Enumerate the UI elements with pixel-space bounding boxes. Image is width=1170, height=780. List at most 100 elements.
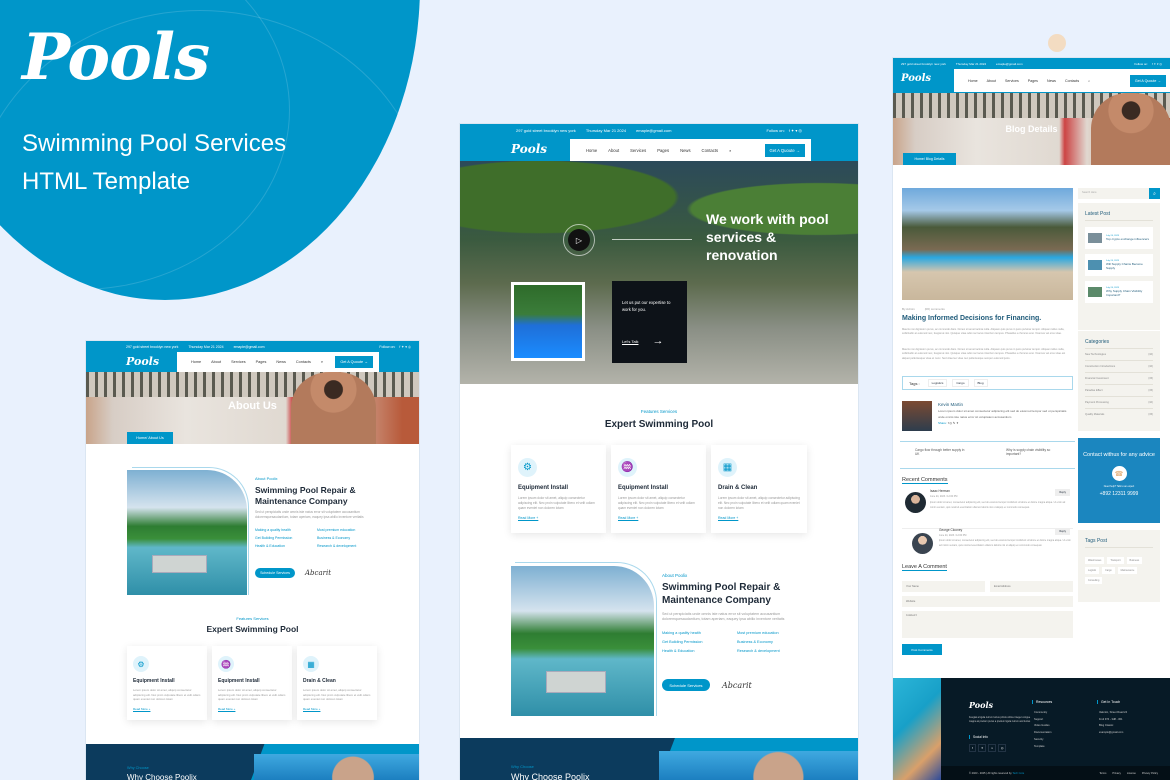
schedule-services-button[interactable]: Schedule Services [255, 568, 295, 578]
facebook-icon[interactable]: f [969, 744, 976, 752]
arrow-right-icon[interactable]: → [652, 335, 663, 347]
tag[interactable]: Cargo [952, 379, 969, 387]
social-icons[interactable]: f ✦ ▾ ◎ [1152, 62, 1162, 66]
email-input[interactable] [990, 581, 1073, 592]
tag[interactable]: Business [1126, 557, 1143, 564]
nav-item-home[interactable]: Home [586, 148, 597, 153]
play-video-button[interactable]: ▷ [563, 224, 595, 256]
nav-item-news[interactable]: News [276, 360, 286, 364]
post-link[interactable]: Why Supply Chain Visibility Important? [1106, 289, 1150, 297]
footer-bottom-link[interactable]: Privacy [1112, 772, 1121, 775]
category-item[interactable]: New Technologies (10) [1085, 349, 1153, 361]
twitter-icon[interactable]: ✦ [977, 744, 987, 752]
search-icon[interactable]: ⌕ [729, 148, 731, 153]
features-subtitle: Features Services [640, 409, 678, 414]
search-input[interactable]: Search Here [1078, 188, 1159, 199]
post-comments-button[interactable]: Post Comments [902, 644, 942, 655]
vimeo-icon[interactable]: v [988, 744, 996, 752]
nav-item-services[interactable]: Services [231, 360, 246, 364]
category-item[interactable]: Construction Introductions (10) [1085, 361, 1153, 373]
footer-link[interactable]: Video Guides [1034, 723, 1051, 730]
latest-post-item[interactable]: July 24, 2023 Will Supply Chains Become S… [1085, 254, 1153, 276]
comment-textarea[interactable] [902, 611, 1073, 638]
read-more-link[interactable]: Read More + [218, 707, 286, 711]
nav-item-about[interactable]: About [608, 148, 619, 153]
tag[interactable]: Consulting [1085, 577, 1103, 584]
read-more-link[interactable]: Read More + [618, 516, 699, 520]
read-more-link[interactable]: Read More + [303, 707, 371, 711]
read-more-link[interactable]: Read More + [718, 516, 800, 520]
lets-talk-link[interactable]: Let's Talk [622, 339, 638, 344]
social-icons[interactable]: f ✦ ▾ ◎ [399, 345, 411, 349]
read-more-link[interactable]: Read More + [133, 707, 201, 711]
tag[interactable]: Logistic [1085, 567, 1100, 574]
contact-phone[interactable]: +892 12311 9999 [1078, 491, 1160, 497]
category-item[interactable]: Payment Processing (10) [1085, 397, 1153, 409]
category-item[interactable]: Financial Investment (15) [1085, 373, 1153, 385]
search-button[interactable]: ⌕ [1149, 188, 1160, 199]
nav-item-home[interactable]: Home [968, 79, 978, 83]
get-quote-button[interactable]: Get A Quoute → [335, 356, 373, 368]
nav-item-contacts[interactable]: Contacts [296, 360, 311, 364]
category-item[interactable]: Paradise Effect (15) [1085, 385, 1153, 397]
website-input[interactable] [902, 596, 1073, 607]
read-more-link[interactable]: Read More + [518, 516, 599, 520]
next-post-link[interactable]: Why is supply chain visibility so import… [1006, 448, 1061, 456]
nav-item-home[interactable]: Home [191, 360, 201, 364]
reply-button[interactable]: Reply [1055, 528, 1070, 535]
post-link[interactable]: Top crypto exchange influencers [1106, 237, 1149, 241]
why-title: Why Choose Poolix [127, 773, 197, 780]
nav-item-contacts[interactable]: Contacts [1065, 79, 1079, 83]
nav-item-news[interactable]: News [680, 148, 690, 153]
instagram-icon[interactable]: ◎ [997, 744, 1007, 752]
nav-item-news[interactable]: News [1047, 79, 1056, 83]
footer-bottom-link[interactable]: Terms [1099, 772, 1106, 775]
post-link[interactable]: Will Supply Chains Become Supply [1106, 262, 1150, 270]
nav-logo[interactable]: Pools [901, 73, 931, 84]
nav-item-services[interactable]: Services [630, 148, 646, 153]
get-quote-button[interactable]: Get A Quoute → [1129, 74, 1166, 87]
footer-bottom-link[interactable]: License [1127, 772, 1136, 775]
nav-logo[interactable]: Pools [126, 355, 159, 368]
copyright-brand[interactable]: Tech Core [1012, 772, 1024, 775]
footer-link[interactable]: Security [1034, 737, 1051, 744]
nav-item-pages[interactable]: Pages [1028, 79, 1038, 83]
nav-item-about[interactable]: About [987, 79, 996, 83]
tagline-line-2: HTML Template [22, 168, 191, 195]
latest-post-item[interactable]: July 24, 2023 Top crypto exchange influen… [1085, 227, 1153, 249]
footer-link[interactable]: Template [1034, 744, 1051, 751]
breadcrumb[interactable]: Home/ About Us [127, 432, 173, 444]
contact-line[interactable]: example@gmail.com [1099, 730, 1127, 737]
category-item[interactable]: Quality Materials (15) [1085, 409, 1153, 420]
tag[interactable]: Transport [1107, 557, 1124, 564]
pool-float [152, 555, 207, 573]
tag[interactable]: Logistics [927, 379, 948, 387]
nav-logo[interactable]: Pools [511, 142, 547, 156]
breadcrumb[interactable]: Home/ Blog Details [903, 153, 956, 165]
social-icons[interactable]: f ✦ ▾ ◎ [789, 128, 802, 133]
latest-post-item[interactable]: July 24, 2023 Why Supply Chain Visibility… [1085, 281, 1153, 303]
prev-post-link[interactable]: Cargo flow through better supply in UK [915, 448, 965, 456]
schedule-services-button[interactable]: Schedule Services [662, 679, 710, 691]
reply-button[interactable]: Reply [1055, 489, 1070, 496]
nav-item-pages[interactable]: Pages [256, 360, 267, 364]
footer-logo[interactable]: Pools [969, 700, 993, 710]
nav-item-pages[interactable]: Pages [657, 148, 669, 153]
tag[interactable]: Cargo [1102, 567, 1115, 574]
tag[interactable]: Warehouses [1085, 557, 1105, 564]
get-quote-button[interactable]: Get A Quoute → [764, 143, 805, 157]
footer-bottom-link[interactable]: Privacy Policy [1142, 772, 1158, 775]
footer-link[interactable]: Documentation [1034, 730, 1051, 737]
nav-item-about[interactable]: About [211, 360, 221, 364]
tag[interactable]: Maintenance [1117, 567, 1138, 574]
nav-item-contacts[interactable]: Contacts [702, 148, 719, 153]
footer-link[interactable]: Support [1034, 717, 1051, 724]
nav-item-services[interactable]: Services [1005, 79, 1019, 83]
tag[interactable]: Blog [973, 379, 988, 387]
search-icon[interactable]: ⌕ [321, 360, 323, 364]
search-icon[interactable]: ⌕ [1088, 79, 1090, 83]
footer-link[interactable]: Community [1034, 710, 1051, 717]
name-input[interactable] [902, 581, 985, 592]
copyright-text: © 2023 - 2025 | All rights reserved by [969, 771, 1012, 775]
share-icons[interactable]: f ◎ ✎ ✦ [948, 421, 959, 425]
